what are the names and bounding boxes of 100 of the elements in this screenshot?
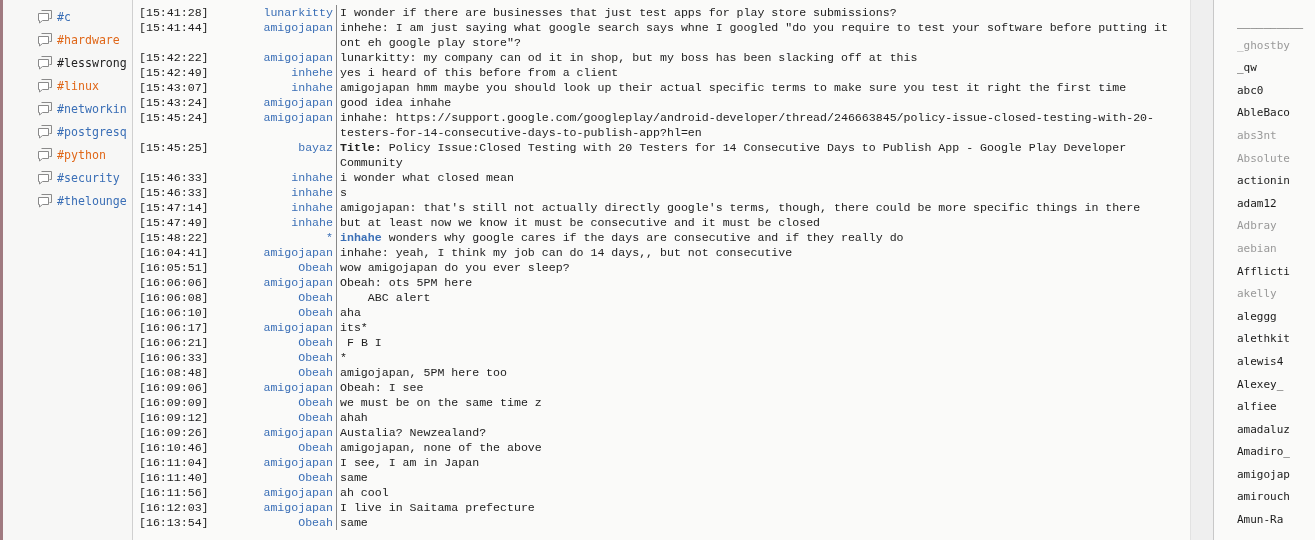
chat-bubble-icon (37, 101, 53, 116)
user-nick[interactable]: amigojap (1237, 463, 1290, 487)
nickname[interactable]: inhahe (213, 80, 336, 95)
user-nick[interactable]: Alexey_ (1237, 373, 1284, 397)
timestamp: [16:12:03] (139, 500, 210, 515)
channel-link[interactable]: #hardware (57, 32, 120, 47)
channel-link[interactable]: #thelounge (57, 193, 127, 208)
nickname[interactable]: amigojapan (213, 320, 336, 335)
user-nick[interactable]: amadaluz (1237, 418, 1290, 442)
user-nick[interactable]: AbleBaco (1237, 102, 1290, 125)
chat-bubble-icon (37, 32, 53, 47)
nickname[interactable]: amigojapan (213, 500, 336, 515)
timestamp: [16:09:26] (139, 425, 210, 440)
user-nick[interactable]: adam12 (1237, 192, 1277, 216)
timestamp: [15:48:22] (139, 230, 210, 245)
nickname[interactable]: amigojapan (213, 485, 336, 500)
chat-bubble-icon (37, 170, 53, 185)
timestamp: [16:04:41] (139, 245, 210, 260)
timestamp: [15:45:24] (139, 110, 210, 126)
nickname[interactable]: inhahe (213, 185, 336, 200)
timestamp: [15:47:49] (139, 215, 210, 230)
channel-link[interactable]: #c (57, 9, 71, 24)
user-nick[interactable]: _qw (1237, 57, 1257, 80)
timestamp: [15:42:49] (139, 65, 210, 80)
timestamp: [16:09:09] (139, 395, 210, 410)
timestamp: [16:11:56] (139, 485, 210, 500)
channel-link[interactable]: #lesswrong (57, 55, 127, 70)
user-nick[interactable]: aleggg (1237, 305, 1277, 329)
nickname[interactable]: Obeah (213, 395, 336, 410)
nickname[interactable]: Obeah (213, 410, 336, 425)
user-nick[interactable]: alewis4 (1237, 350, 1284, 374)
nickname[interactable]: amigojapan (213, 380, 336, 395)
channel-link[interactable]: #python (57, 147, 106, 162)
timestamp: [15:42:22] (139, 50, 210, 65)
nickname[interactable]: amigojapan (213, 50, 336, 65)
nickname[interactable]: amigojapan (213, 20, 336, 50)
timestamp: [16:06:06] (139, 275, 210, 290)
timestamp: [16:06:10] (139, 305, 210, 320)
timestamp: [15:41:44] (139, 20, 210, 36)
nickname[interactable]: amigojapan (213, 95, 336, 110)
timestamp: [16:13:54] (139, 515, 210, 530)
nickname[interactable]: lunarkitty (213, 5, 336, 20)
chat-bubble-icon (37, 9, 53, 24)
timestamp: [15:46:33] (139, 185, 210, 200)
chat-bubble-icon (37, 147, 53, 162)
user-nick[interactable]: Afflicti (1237, 260, 1290, 284)
nickname[interactable]: * (213, 230, 336, 245)
timestamp: [16:06:17] (139, 320, 210, 335)
timestamp: [15:43:24] (139, 95, 210, 110)
timestamp: [16:09:06] (139, 380, 210, 395)
chat-bubble-icon (37, 124, 53, 139)
timestamp: [16:10:46] (139, 440, 210, 455)
timestamp: [15:47:14] (139, 200, 210, 215)
nickname[interactable]: amigojapan (213, 110, 336, 140)
nickname[interactable]: bayaz (213, 140, 336, 170)
nickname[interactable]: inhehe (213, 65, 336, 80)
scrollbar[interactable] (1190, 0, 1214, 540)
user-nick[interactable]: _ghostby (1237, 34, 1290, 58)
nickname[interactable]: Obeah (213, 440, 336, 455)
user-nick[interactable]: amirouch (1237, 486, 1290, 510)
nickname[interactable]: Obeah (213, 365, 336, 380)
user-nick[interactable]: alfiee (1237, 396, 1277, 419)
timestamp: [16:06:21] (139, 335, 210, 350)
user-nick[interactable]: abs3nt (1237, 124, 1277, 148)
channel-link[interactable]: #linux (57, 78, 99, 93)
channel-link[interactable]: #networkin (57, 101, 127, 116)
timestamp: [15:41:28] (139, 5, 210, 20)
chat-bubble-icon (37, 55, 53, 70)
nickname[interactable]: inhahe (213, 170, 336, 185)
timestamp: [16:08:48] (139, 365, 210, 380)
channel-link[interactable]: #security (57, 170, 120, 185)
nickname[interactable]: inhahe (213, 200, 336, 215)
nickname[interactable]: inhahe (213, 215, 336, 230)
user-nick[interactable]: akelly (1237, 283, 1277, 306)
user-nick[interactable]: __________ (1237, 12, 1304, 35)
timestamp: [15:43:07] (139, 80, 210, 95)
user-nick[interactable]: actionin (1237, 170, 1290, 193)
user-nick[interactable]: Amadiro_ (1237, 441, 1290, 464)
nickname[interactable]: Obeah (213, 335, 336, 350)
nickname[interactable]: Obeah (213, 515, 336, 530)
timestamp: [16:05:51] (139, 260, 210, 275)
user-nick[interactable]: Adbray (1237, 215, 1277, 238)
timestamp: [15:45:25] (139, 140, 210, 156)
timestamp: [16:09:12] (139, 410, 210, 425)
nickname[interactable]: Obeah (213, 290, 336, 305)
channel-link[interactable]: #postgresq (57, 124, 127, 139)
nickname[interactable]: amigojapan (213, 455, 336, 470)
user-nick[interactable]: Amun-Ra (1237, 509, 1284, 532)
nickname[interactable]: amigojapan (213, 425, 336, 440)
nickname[interactable]: Obeah (213, 350, 336, 365)
nickname[interactable]: amigojapan (213, 245, 336, 260)
nickname[interactable]: Obeah (213, 470, 336, 485)
nickname[interactable]: Obeah (213, 305, 336, 320)
user-nick[interactable]: abc0 (1237, 79, 1264, 103)
user-nick[interactable]: aebian (1237, 237, 1277, 261)
nickname[interactable]: amigojapan (213, 275, 336, 290)
timestamp: [16:06:33] (139, 350, 210, 365)
user-nick[interactable]: Absolute (1237, 147, 1290, 171)
nickname[interactable]: Obeah (213, 260, 336, 275)
user-nick[interactable]: alethkit (1237, 328, 1290, 351)
